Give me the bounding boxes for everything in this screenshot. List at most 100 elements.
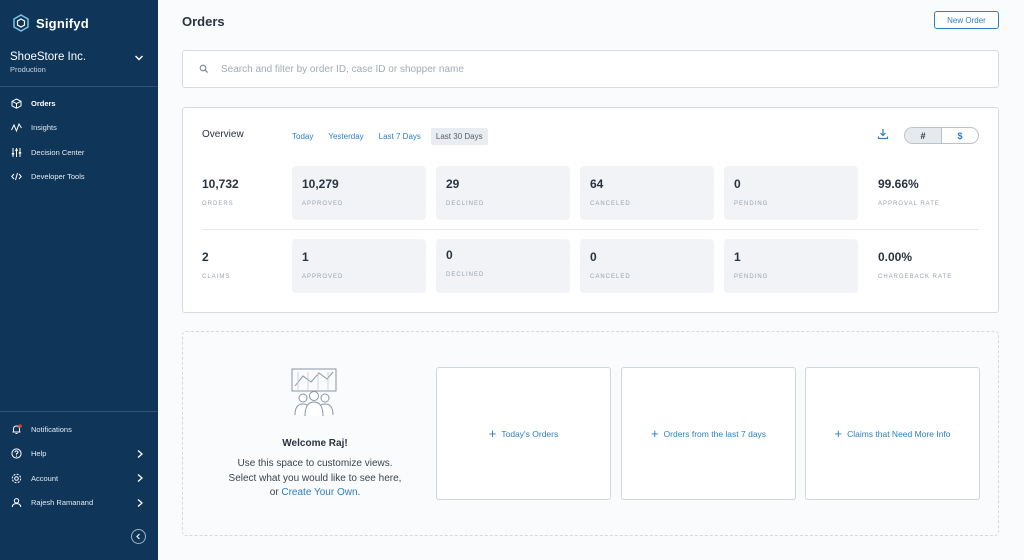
- stat-approval-rate: 99.66% Approval Rate: [868, 166, 1002, 220]
- sidebar-item-label: Rajesh Ramanand: [31, 498, 94, 508]
- toggle-count-option[interactable]: #: [905, 128, 942, 143]
- collapse-sidebar-button[interactable]: [131, 529, 146, 544]
- stat-label: Declined: [446, 272, 485, 278]
- sidebar-item-label: Help: [31, 449, 47, 459]
- sidebar-item-developer-tools[interactable]: Developer Tools: [0, 165, 158, 190]
- stat-value: 99.66%: [878, 177, 919, 191]
- sidebar-item-decision-center[interactable]: Decision Center: [0, 140, 158, 165]
- sidebar: Signifyd ShoeStore Inc. Production Order…: [0, 0, 158, 560]
- app-name: Signifyd: [36, 15, 89, 31]
- primary-nav: Orders Insights Decision Center Develope…: [0, 91, 158, 189]
- stat-canceled-orders[interactable]: 64 Canceled: [580, 166, 714, 220]
- overview-row-divider: [202, 229, 979, 230]
- store-name: ShoeStore Inc.: [10, 51, 87, 63]
- main-content: Orders New Order Overview Today Yesterda…: [158, 0, 1024, 560]
- welcome-line: .: [357, 487, 361, 498]
- chevron-right-icon: [137, 474, 143, 483]
- sidebar-item-insights[interactable]: Insights: [0, 116, 158, 141]
- range-tab-last-7-days[interactable]: Last 7 Days: [374, 128, 426, 145]
- stat-declined-claims[interactable]: 0 Declined: [436, 239, 570, 293]
- view-card-label: Today's Orders: [501, 428, 559, 439]
- chevron-right-icon: [137, 449, 143, 458]
- sidebar-item-help[interactable]: Help: [0, 442, 158, 467]
- stat-declined-orders[interactable]: 29 Declined: [436, 166, 570, 220]
- stat-canceled-claims[interactable]: 0 Canceled: [580, 239, 714, 293]
- custom-views-area: Welcome Raj! Use this space to customize…: [182, 331, 999, 536]
- stat-label: Orders: [202, 201, 234, 207]
- sidebar-item-account[interactable]: Account: [0, 466, 158, 491]
- stat-value: 2: [202, 250, 209, 264]
- plus-icon: +: [488, 425, 497, 441]
- sidebar-item-orders[interactable]: Orders: [0, 91, 158, 116]
- stat-label: Approved: [302, 274, 344, 280]
- store-switcher[interactable]: ShoeStore Inc. Production: [10, 51, 148, 74]
- search-input[interactable]: [221, 63, 921, 75]
- stat-label: Approved: [302, 201, 344, 207]
- stat-chargeback-rate: 0.00% Chargeback Rate: [868, 239, 1002, 293]
- create-your-own-link[interactable]: Create Your Own: [281, 487, 357, 498]
- sidebar-divider: [0, 411, 158, 412]
- plus-icon: +: [650, 425, 659, 441]
- stat-label: Canceled: [590, 201, 631, 207]
- app-logo[interactable]: Signifyd: [12, 14, 89, 32]
- chevron-down-icon: [135, 55, 143, 61]
- stat-pending-orders[interactable]: 0 Pending: [724, 166, 858, 220]
- stat-value: 1: [302, 250, 309, 264]
- store-environment: Production: [10, 65, 46, 74]
- welcome-message: Use this space to customize views. Selec…: [203, 457, 427, 501]
- new-order-button[interactable]: New Order: [934, 11, 999, 29]
- view-card-todays-orders[interactable]: + Today's Orders: [436, 367, 611, 500]
- view-card-label: Orders from the last 7 days: [663, 428, 767, 439]
- stat-value: 0: [590, 250, 597, 264]
- sidebar-item-label: Orders: [31, 98, 56, 108]
- welcome-title: Welcome Raj!: [282, 438, 348, 449]
- download-icon[interactable]: [877, 128, 889, 140]
- insights-icon: [11, 122, 22, 133]
- search-bar[interactable]: [182, 50, 999, 88]
- view-card-claims-need-info[interactable]: + Claims that Need More Info: [805, 367, 980, 500]
- stat-approved-claims[interactable]: 1 Approved: [292, 239, 426, 293]
- welcome-line: or: [269, 487, 282, 498]
- user-icon: [11, 497, 22, 508]
- stat-value: 0: [446, 248, 453, 262]
- sidebar-item-label: Developer Tools: [31, 172, 85, 182]
- stat-value: 64: [590, 177, 604, 191]
- overview-title: Overview: [202, 129, 244, 140]
- toggle-currency-option[interactable]: $: [942, 128, 978, 143]
- bell-icon: [11, 423, 22, 435]
- stat-value: 1: [734, 250, 741, 264]
- view-card-orders-last-7-days[interactable]: + Orders from the last 7 days: [621, 367, 796, 500]
- stat-value: 10,732: [202, 177, 239, 191]
- gear-icon: [11, 473, 22, 484]
- stat-value: 0: [734, 177, 741, 191]
- sliders-icon: [11, 147, 22, 158]
- count-currency-toggle: # $: [904, 127, 979, 144]
- range-tab-today[interactable]: Today: [287, 128, 318, 145]
- stat-label: Pending: [734, 201, 769, 207]
- signifyd-logo-icon: [13, 14, 29, 32]
- range-tab-last-30-days[interactable]: Last 30 Days: [430, 128, 488, 145]
- sidebar-item-notifications[interactable]: Notifications: [0, 417, 158, 442]
- sidebar-divider: [0, 86, 158, 87]
- secondary-nav: Notifications Help Account Rajesh Ramana…: [0, 417, 158, 515]
- sidebar-item-label: Insights: [31, 123, 57, 133]
- stat-label: Pending: [734, 274, 769, 280]
- chevron-left-icon: [136, 533, 140, 540]
- code-icon: [11, 171, 22, 182]
- sidebar-item-user[interactable]: Rajesh Ramanand: [0, 491, 158, 516]
- date-range-tabs: Today Yesterday Last 7 Days Last 30 Days: [287, 128, 488, 145]
- stat-label: Declined: [446, 201, 485, 207]
- stat-value: 0.00%: [878, 250, 913, 264]
- page-title: Orders: [182, 14, 225, 29]
- stat-approved-orders[interactable]: 10,279 Approved: [292, 166, 426, 220]
- team-chart-illustration-icon: [291, 368, 337, 417]
- welcome-line: Select what you would like to see here,: [228, 472, 402, 484]
- stat-value: 29: [446, 177, 460, 191]
- sidebar-item-label: Decision Center: [31, 147, 85, 157]
- plus-icon: +: [834, 425, 843, 441]
- range-tab-yesterday[interactable]: Yesterday: [323, 128, 368, 145]
- stat-pending-claims[interactable]: 1 Pending: [724, 239, 858, 293]
- stat-label: Claims: [202, 274, 231, 280]
- stat-label: Canceled: [590, 274, 631, 280]
- stat-label: Chargeback Rate: [878, 274, 953, 280]
